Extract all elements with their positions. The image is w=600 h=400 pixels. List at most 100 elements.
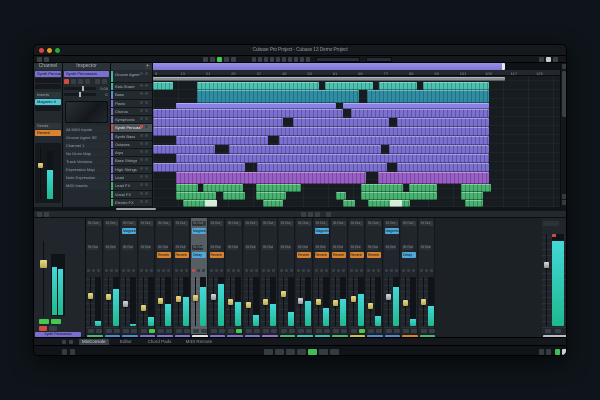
setup-window-icon[interactable]	[539, 57, 544, 62]
mixer-channel-drum-fx[interactable]: St OutSt OutReverb Drum FX	[349, 218, 366, 334]
edit-button[interactable]	[332, 269, 335, 272]
project-icon[interactable]	[37, 57, 42, 62]
mixer-view-icon-1[interactable]	[301, 212, 306, 217]
write-button[interactable]	[377, 269, 380, 272]
track-solo-button[interactable]	[145, 150, 148, 153]
volume-value[interactable]: 0.00	[100, 86, 108, 91]
write-button[interactable]	[220, 269, 223, 272]
solo-button[interactable]	[376, 329, 382, 333]
insert-slot[interactable]: Magneto II	[122, 228, 136, 234]
record-enable-button[interactable]	[64, 79, 69, 84]
edit-button[interactable]	[87, 269, 90, 272]
mute-button[interactable]	[158, 329, 164, 333]
track-mute-button[interactable]	[140, 134, 143, 137]
channel-insert-slot-empty[interactable]	[35, 106, 61, 111]
channel-mini-fader-cap[interactable]	[38, 163, 43, 168]
event-display[interactable]: 51321293745536169778593101109117125	[153, 63, 560, 207]
routing-label[interactable]: St Out	[157, 221, 168, 226]
track-mute-button[interactable]	[140, 150, 143, 153]
tool-icon-4[interactable]	[270, 57, 274, 62]
tool-icon-1[interactable]	[252, 57, 256, 62]
read-button[interactable]	[285, 269, 288, 272]
sends-label[interactable]: St Out	[227, 245, 238, 250]
mute-button[interactable]	[246, 329, 252, 333]
routing-label[interactable]: St Out	[192, 221, 203, 226]
mute-button[interactable]	[298, 329, 304, 333]
fader-track[interactable]	[90, 277, 91, 326]
clip-teal[interactable]	[197, 90, 359, 103]
read-button[interactable]	[92, 269, 95, 272]
solo-button[interactable]	[341, 329, 347, 333]
routing-label[interactable]: St Out	[297, 221, 308, 226]
read-button[interactable]	[267, 269, 270, 272]
clip-gray[interactable]	[153, 77, 505, 81]
read-button[interactable]	[355, 269, 358, 272]
mixer-channel-bass[interactable]: St OutSt Out Bass	[104, 218, 121, 334]
mixer-wrench-icon[interactable]	[326, 212, 331, 217]
mixer-channel-synth[interactable]: St OutSt OutReverb Synth	[156, 218, 173, 334]
fader-cap[interactable]	[123, 301, 128, 307]
solo-button[interactable]	[201, 329, 207, 333]
track-solo-button[interactable]	[145, 72, 148, 75]
routing-edit-button[interactable]	[203, 221, 206, 226]
insert-slot[interactable]: Magneto II	[315, 228, 329, 234]
rewind-button[interactable]	[264, 349, 273, 355]
solo-button[interactable]	[429, 329, 435, 333]
write-button[interactable]	[115, 269, 118, 272]
read-button[interactable]	[215, 269, 218, 272]
mixer-channel-piano[interactable]: St OutSt Out Piano	[139, 218, 156, 334]
fader-cap[interactable]	[298, 298, 303, 304]
read-button[interactable]	[425, 269, 428, 272]
mute-button[interactable]	[333, 329, 339, 333]
transport-options-button-2[interactable]	[70, 349, 75, 355]
channel-sends-header[interactable]: Sends	[35, 123, 61, 129]
arrangement-lanes[interactable]	[153, 76, 560, 207]
edit-button[interactable]	[192, 269, 195, 272]
inspector-section-no-drum-map[interactable]: No Drum Map	[64, 150, 109, 157]
left-zone-monitor-button[interactable]	[39, 319, 49, 324]
tool-icon-2[interactable]	[258, 57, 262, 62]
scroll-down-button[interactable]	[562, 200, 567, 205]
tab-dot-2[interactable]	[69, 340, 73, 344]
mixer-channel-sub-bass[interactable]: St OutMagneto IISt Out Sub Bass	[121, 218, 138, 334]
read-button[interactable]	[250, 269, 253, 272]
fader-cap[interactable]	[158, 298, 163, 304]
track-solo-button[interactable]	[145, 84, 148, 87]
read-button[interactable]	[407, 269, 410, 272]
sends-label[interactable]: St Out	[262, 245, 273, 250]
sends-label[interactable]: St Out	[105, 245, 116, 250]
mixer-view-icon-3[interactable]	[315, 212, 320, 217]
inspector-section-track-versions[interactable]: Track Versions	[64, 158, 109, 165]
quantize-dropdown[interactable]	[366, 57, 392, 62]
fader-cap[interactable]	[368, 303, 373, 309]
clip-cyan[interactable]	[379, 82, 417, 90]
routing-label[interactable]: St Out	[122, 221, 133, 226]
inspector-section-all-midi-inputs[interactable]: All MIDI Inputs	[64, 126, 109, 133]
ruler-locator-lane[interactable]	[153, 63, 560, 70]
solo-button[interactable]	[149, 329, 155, 333]
clip-green[interactable]	[361, 184, 403, 192]
sends-label[interactable]: St Out	[315, 245, 326, 250]
routing-label[interactable]: St Out	[350, 221, 361, 226]
clip-purple[interactable]	[229, 145, 381, 154]
fader-cap[interactable]	[246, 302, 251, 308]
clip-green[interactable]	[361, 192, 437, 200]
fader-cap[interactable]	[316, 299, 321, 305]
solo-button[interactable]	[96, 329, 102, 333]
edit-button[interactable]	[157, 269, 160, 272]
clip-purple[interactable]	[176, 154, 489, 163]
send-slot[interactable]: Reverb	[350, 252, 364, 258]
sends-label[interactable]: St Out	[192, 245, 203, 250]
clip-cyan[interactable]	[423, 82, 489, 90]
mute-button[interactable]	[123, 329, 129, 333]
fader-cap[interactable]	[281, 291, 286, 297]
track-row-symphonic[interactable]: Symphonic	[111, 116, 152, 124]
sends-label[interactable]: St Out	[280, 245, 291, 250]
fader-cap[interactable]	[351, 296, 356, 302]
fader-cap[interactable]	[193, 295, 198, 301]
channel-insert-slot[interactable]: Magneto II	[35, 99, 61, 105]
clip-green[interactable]	[343, 200, 355, 207]
tool-icon-6[interactable]	[282, 57, 286, 62]
clip-teal[interactable]	[367, 90, 489, 103]
channel-mini-fader-track[interactable]	[40, 147, 41, 199]
